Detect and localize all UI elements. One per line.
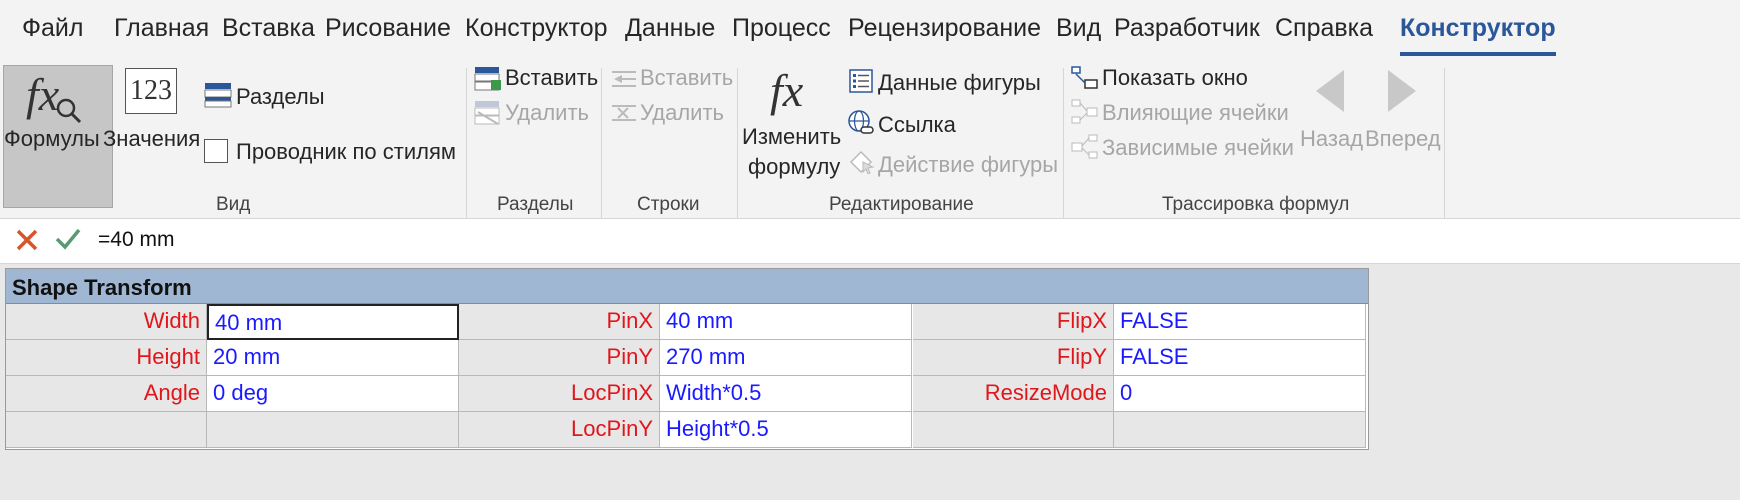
- cell-value[interactable]: FALSE: [1114, 304, 1366, 340]
- forward-button[interactable]: Вперед: [1365, 126, 1441, 152]
- hyperlink-globe-icon: [848, 110, 874, 134]
- group-separator: [1444, 68, 1445, 234]
- cell-value[interactable]: [1114, 412, 1366, 448]
- tab-shapesheet-design[interactable]: Конструктор: [1400, 14, 1556, 43]
- cell-label: ResizeMode: [913, 376, 1114, 412]
- group-label-editing: Редактирование: [829, 194, 974, 215]
- section-header: Shape Transform: [6, 269, 1368, 304]
- section-title: Shape Transform: [12, 275, 192, 300]
- group-separator: [466, 68, 467, 234]
- arrow-left-icon[interactable]: [1314, 68, 1346, 114]
- trace-precedents-button[interactable]: Влияющие ячейки: [1102, 100, 1289, 126]
- show-window-button[interactable]: Показать окно: [1102, 65, 1248, 91]
- group-label-trace: Трассировка формул: [1162, 194, 1350, 215]
- trace-dependents-icon: [1071, 134, 1098, 159]
- shape-data-icon: [849, 69, 873, 93]
- values-123-icon: 123: [125, 68, 177, 114]
- formulas-label: Формулы: [4, 126, 100, 151]
- cell-label: Angle: [6, 376, 207, 412]
- menu-bar: Файл Главная Вставка Рисование Конструкт…: [0, 0, 1740, 62]
- back-button[interactable]: Назад: [1300, 126, 1363, 152]
- arrow-right-icon[interactable]: [1386, 68, 1418, 114]
- cell-label: FlipX: [913, 304, 1114, 340]
- cell-label: PinY: [459, 340, 660, 376]
- hyperlink-button[interactable]: Ссылка: [878, 112, 956, 138]
- cell-label: LocPinY: [459, 412, 660, 448]
- insert-section-button[interactable]: Вставить: [505, 65, 598, 91]
- cell-value[interactable]: Height*0.5: [660, 412, 912, 448]
- accept-icon[interactable]: [54, 226, 82, 252]
- style-explorer-checkbox[interactable]: [204, 139, 228, 163]
- fx-search-icon: fx: [26, 69, 82, 124]
- group-label-view: Вид: [216, 194, 251, 215]
- cell-label: [913, 412, 1114, 448]
- cancel-icon[interactable]: [14, 227, 40, 253]
- delete-section-icon: [474, 101, 500, 125]
- cell-label: PinX: [459, 304, 660, 340]
- sections-button[interactable]: Разделы: [236, 84, 325, 110]
- cell-value[interactable]: 40 mm: [207, 304, 459, 340]
- insert-row-icon: [612, 71, 636, 87]
- trace-dependents-button[interactable]: Зависимые ячейки: [1102, 135, 1294, 161]
- tab-data[interactable]: Данные: [625, 14, 715, 43]
- svg-text:fx: fx: [770, 65, 804, 116]
- cell-label: Height: [6, 340, 207, 376]
- tab-design[interactable]: Конструктор: [465, 14, 608, 43]
- cell-value[interactable]: 40 mm: [660, 304, 912, 340]
- tab-draw[interactable]: Рисование: [325, 14, 451, 43]
- group-label-rows: Строки: [637, 194, 700, 215]
- insert-row-button[interactable]: Вставить: [640, 65, 733, 91]
- shapesheet-section: Shape Transform Width 40 mm PinX 40 mm FlipX…: [5, 268, 1369, 450]
- group-separator: [737, 68, 738, 234]
- cell-value[interactable]: FALSE: [1114, 340, 1366, 376]
- tab-developer[interactable]: Разработчик: [1114, 14, 1260, 43]
- tab-file[interactable]: Файл: [22, 14, 83, 43]
- tab-home[interactable]: Главная: [114, 14, 209, 43]
- group-separator: [1063, 68, 1064, 234]
- delete-row-button[interactable]: Удалить: [640, 100, 724, 126]
- group-separator: [601, 68, 602, 234]
- cell-value[interactable]: 0: [1114, 376, 1366, 412]
- insert-section-icon: [474, 67, 501, 91]
- cell-label: LocPinX: [459, 376, 660, 412]
- tab-view[interactable]: Вид: [1056, 14, 1101, 43]
- delete-row-icon: [612, 105, 636, 121]
- shape-data-button[interactable]: Данные фигуры: [878, 70, 1041, 96]
- tab-insert[interactable]: Вставка: [222, 14, 315, 43]
- svg-text:fx: fx: [26, 69, 60, 120]
- tab-process[interactable]: Процесс: [732, 14, 831, 43]
- cell-value[interactable]: 0 deg: [207, 376, 459, 412]
- cell-value[interactable]: 270 mm: [660, 340, 912, 376]
- cell-label: Width: [6, 304, 207, 340]
- formula-bar: =40 mm: [0, 218, 1740, 264]
- sections-icon: [204, 83, 232, 108]
- cell-value[interactable]: [207, 412, 459, 448]
- formula-input[interactable]: =40 mm: [98, 228, 174, 252]
- shape-action-icon: [849, 150, 875, 174]
- tab-review[interactable]: Рецензирование: [848, 14, 1041, 43]
- tab-help[interactable]: Справка: [1275, 14, 1373, 43]
- cell-value[interactable]: Width*0.5: [660, 376, 912, 412]
- cell-value[interactable]: 20 mm: [207, 340, 459, 376]
- values-button[interactable]: Значения: [103, 126, 200, 152]
- edit-formula-fx-icon: fx: [770, 65, 804, 116]
- delete-section-button[interactable]: Удалить: [505, 100, 589, 126]
- ribbon: fx Формулы 123 Значения Разделы Проводни…: [0, 62, 1740, 241]
- trace-precedents-icon: [1071, 99, 1098, 124]
- shape-action-button[interactable]: Действие фигуры: [878, 152, 1058, 178]
- style-explorer-label: Проводник по стилям: [236, 139, 456, 164]
- show-window-icon: [1071, 66, 1098, 89]
- edit-formula-button[interactable]: Изменить: [742, 124, 841, 150]
- active-tab-underline: [1400, 52, 1556, 56]
- cell-label: [6, 412, 207, 448]
- cell-label: FlipY: [913, 340, 1114, 376]
- edit-formula-label-2: формулу: [748, 154, 841, 179]
- group-label-sections: Разделы: [497, 194, 574, 215]
